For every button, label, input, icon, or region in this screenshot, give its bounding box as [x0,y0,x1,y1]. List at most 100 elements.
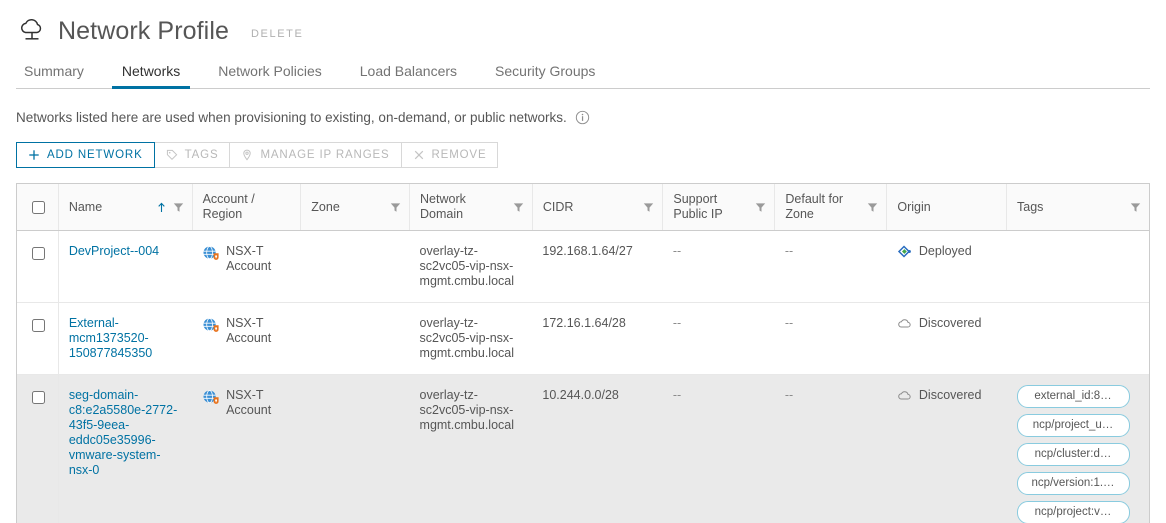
tab-security-groups[interactable]: Security Groups [485,63,605,89]
row-select-cell [17,374,59,523]
column-label-origin: Origin [897,199,931,214]
filter-icon-name[interactable] [173,202,184,213]
column-header-network-domain[interactable]: Network Domain [409,184,533,231]
cell-support-public-ip: -- [662,374,775,523]
tab-networks[interactable]: Networks [111,63,191,89]
filter-icon-tags[interactable] [1130,202,1141,213]
info-circle-icon[interactable] [575,110,590,125]
network-name-link[interactable]: seg-domain-c8:e2a5580e-2772-43f5-9eea-ed… [69,388,177,477]
row-checkbox[interactable] [32,319,45,332]
remove-button[interactable]: REMOVE [401,142,499,168]
origin-label: Deployed [918,244,972,258]
tag-chip[interactable]: ncp/version:1.… [1016,472,1130,495]
column-label-cidr: CIDR [542,199,574,214]
network-name-link[interactable]: DevProject--004 [69,244,159,258]
cell-default-for-zone: -- [774,230,887,303]
page-title: Network Profile [58,17,229,45]
tag-chip[interactable]: ncp/project:v… [1016,501,1130,523]
delete-button[interactable]: DELETE [251,22,303,40]
column-header-cidr[interactable]: CIDR [532,184,664,231]
cell-cidr: 172.16.1.64/28 [532,302,663,375]
column-label-account-region: Account / Region [202,192,255,221]
cell-cidr: 192.168.1.64/27 [532,230,663,303]
cell-zone [300,302,410,375]
filter-icon-zone[interactable] [390,202,401,213]
filter-icon-cidr[interactable] [643,202,654,213]
column-header-tags[interactable]: Tags [1006,184,1149,231]
tab-summary[interactable]: Summary [14,63,94,89]
cell-zone [300,374,410,523]
column-header-name[interactable]: Name [58,184,193,231]
cell-origin: Discovered [886,302,1007,375]
plus-icon [28,149,40,161]
column-header-support-public-ip[interactable]: Support Public IP [662,184,776,231]
add-network-label: ADD NETWORK [47,149,143,161]
cell-network-domain: overlay-tz-sc2vc05-vip-nsx-mgmt.cmbu.loc… [409,230,533,303]
tab-network-policies[interactable]: Network Policies [208,63,331,89]
origin-label: Discovered [918,388,982,402]
column-header-account-region[interactable]: Account / Region [192,184,302,231]
table-body: DevProject--004 NSX-T Account overlay-tz… [17,230,1149,523]
filter-icon-default-for-zone[interactable] [867,202,878,213]
cell-tags [1006,302,1149,375]
column-label-zone: Zone [311,199,340,214]
table-row[interactable]: seg-domain-c8:e2a5580e-2772-43f5-9eea-ed… [17,374,1149,523]
tag-chip[interactable]: ncp/cluster:d… [1016,443,1130,466]
cell-account-region: NSX-T Account [192,302,301,375]
cell-default-for-zone: -- [774,374,887,523]
cell-name: External-mcm1373520-150877845350 [58,302,193,375]
cell-network-domain: overlay-tz-sc2vc05-vip-nsx-mgmt.cmbu.loc… [409,374,533,523]
column-header-zone[interactable]: Zone [300,184,411,231]
tag-chip[interactable]: external_id:8… [1016,385,1130,408]
row-select-cell [17,230,59,303]
tab-load-balancers[interactable]: Load Balancers [350,63,467,89]
table-row[interactable]: External-mcm1373520-150877845350 NSX-T A… [17,302,1149,375]
networks-datagrid: Name Account / Region Zone Network Domai… [16,183,1150,523]
cell-network-domain: overlay-tz-sc2vc05-vip-nsx-mgmt.cmbu.loc… [409,302,533,375]
row-select-cell [17,302,59,375]
cell-name: DevProject--004 [58,230,193,303]
cell-tags [1006,230,1149,303]
action-toolbar: ADD NETWORK TAGS MANAGE IP RANGES REMOVE [16,142,1166,168]
close-icon [413,149,425,161]
origin-label: Discovered [918,316,982,330]
table-header-row: Name Account / Region Zone Network Domai… [17,184,1149,231]
column-header-origin[interactable]: Origin [886,184,1007,231]
deployed-icon [897,244,912,259]
cell-default-for-zone: -- [774,302,887,375]
cell-name: seg-domain-c8:e2a5580e-2772-43f5-9eea-ed… [58,374,193,523]
account-name: NSX-T Account [226,388,272,417]
select-all-checkbox[interactable] [32,200,45,214]
network-name-link[interactable]: External-mcm1373520-150877845350 [69,316,152,360]
description-bar: Networks listed here are used when provi… [16,110,1166,125]
account-name: NSX-T Account [226,244,272,273]
filter-icon-support-public-ip[interactable] [755,202,766,213]
nsxt-account-icon [202,317,219,334]
row-checkbox[interactable] [32,247,45,260]
column-header-default-for-zone[interactable]: Default for Zone [774,184,888,231]
network-profile-page: Network Profile DELETE Summary Networks … [0,0,1166,523]
add-network-button[interactable]: ADD NETWORK [16,142,155,168]
page-header: Network Profile DELETE [0,0,1166,48]
tags-label: TAGS [184,149,219,161]
remove-label: REMOVE [431,149,487,161]
cell-tags: external_id:8… ncp/project_u… ncp/cluste… [1006,374,1149,523]
discovered-cloud-icon [897,316,912,331]
sort-ascending-icon[interactable] [157,202,166,213]
filter-icon-network-domain[interactable] [513,202,524,213]
column-label-tags: Tags [1017,199,1044,214]
cell-support-public-ip: -- [662,302,775,375]
tab-bar: Summary Networks Network Policies Load B… [16,58,1150,89]
tag-chip[interactable]: ncp/project_u… [1016,414,1130,437]
account-name: NSX-T Account [226,316,272,345]
tags-button[interactable]: TAGS [154,142,231,168]
row-checkbox[interactable] [32,391,45,404]
nsxt-account-icon [202,389,219,406]
column-label-support-public-ip: Support Public IP [673,192,723,221]
cell-cidr: 10.244.0.0/28 [532,374,663,523]
column-label-network-domain: Network Domain [420,192,466,221]
manage-ip-ranges-button[interactable]: MANAGE IP RANGES [230,142,402,168]
table-row[interactable]: DevProject--004 NSX-T Account overlay-tz… [17,230,1149,303]
description-text: Networks listed here are used when provi… [16,110,567,125]
discovered-cloud-icon [897,388,912,403]
